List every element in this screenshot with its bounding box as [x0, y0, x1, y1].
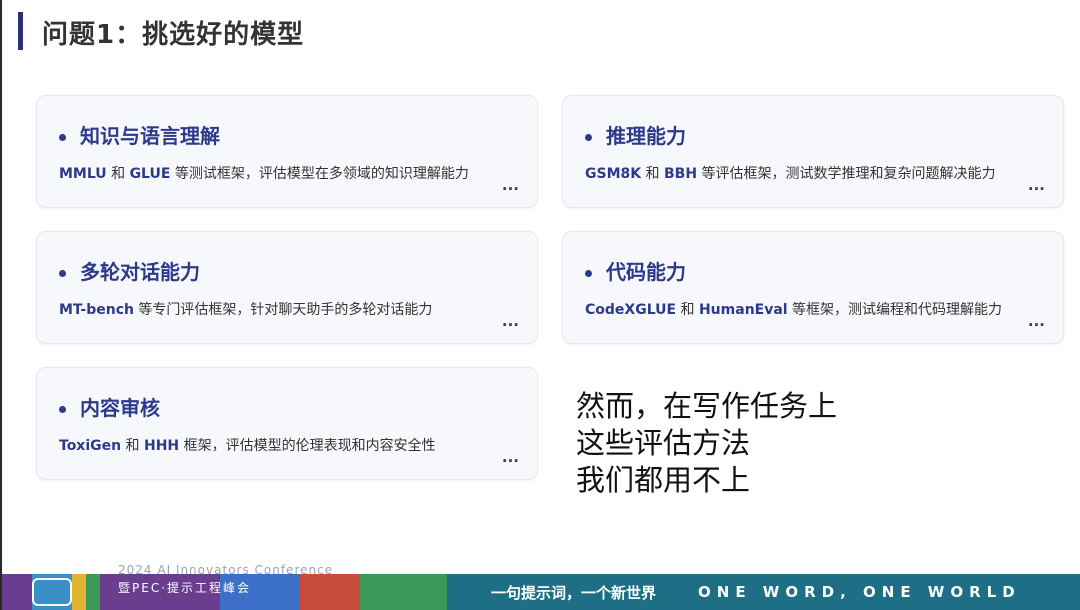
- card-reasoning: 推理能力 GSM8K 和 BBH 等评估框架，测试数学推理和复杂问题解决能力 .…: [562, 95, 1064, 208]
- bullet-icon: [59, 270, 66, 277]
- slogan-cn: 一句提示词，一个新世界: [491, 583, 657, 602]
- card-knowledge-language: 知识与语言理解 MMLU 和 GLUE 等测试框架，评估模型在多领域的知识理解能…: [36, 95, 538, 208]
- card-description: CodeXGLUE 和 HumanEval 等框架，测试编程和代码理解能力: [585, 299, 1002, 319]
- color-block: [86, 574, 100, 610]
- note-line: 我们都用不上: [576, 463, 751, 497]
- card-multi-turn: 多轮对话能力 MT-bench 等专门评估框架，针对聊天助手的多轮对话能力 ..…: [36, 231, 538, 344]
- bullet-icon: [585, 134, 592, 141]
- desc-text: 等测试框架，评估模型在多领域的知识理解能力: [170, 166, 469, 182]
- benchmark-name: CodeXGLUE: [585, 302, 677, 318]
- logo-icon: [32, 578, 72, 606]
- conference-name-cn: 暨PEC·提示工程峰会: [118, 581, 252, 595]
- card-title: 代码能力: [606, 260, 686, 284]
- desc-text: 等框架，测试编程和代码理解能力: [787, 302, 1003, 318]
- card-title: 多轮对话能力: [80, 260, 200, 284]
- footer-logo-area: 暨PEC·提示工程峰会: [2, 574, 447, 610]
- color-block: [360, 574, 447, 610]
- card-title: 知识与语言理解: [80, 124, 220, 148]
- desc-text: 等专门评估框架，针对聊天助手的多轮对话能力: [133, 302, 433, 318]
- benchmark-name: GSM8K: [585, 166, 642, 182]
- slide-title: 问题1：挑选好的模型: [42, 20, 305, 50]
- more-icon: ...: [501, 176, 519, 194]
- card-description: ToxiGen 和 HHH 框架，评估模型的伦理表现和内容安全性: [59, 435, 436, 455]
- benchmark-name: MMLU: [59, 166, 107, 182]
- title-accent-bar: [18, 12, 23, 50]
- footer-slogan-area: 一句提示词，一个新世界 ONE WORD, ONE WORLD: [447, 574, 1080, 610]
- color-block: [72, 574, 86, 610]
- note-line: 然而，在写作任务上: [576, 389, 838, 423]
- desc-connector: 和: [641, 166, 665, 182]
- card-title: 推理能力: [606, 124, 686, 148]
- more-icon: ...: [501, 312, 519, 330]
- desc-connector: 和: [106, 166, 130, 182]
- more-icon: ...: [501, 448, 519, 466]
- card-description: MMLU 和 GLUE 等测试框架，评估模型在多领域的知识理解能力: [59, 163, 469, 183]
- card-description: MT-bench 等专门评估框架，针对聊天助手的多轮对话能力: [59, 299, 432, 319]
- desc-connector: 和: [121, 438, 144, 454]
- bullet-icon: [59, 406, 66, 413]
- desc-text: 框架，评估模型的伦理表现和内容安全性: [179, 438, 436, 454]
- benchmark-name: ToxiGen: [59, 438, 122, 454]
- bullet-icon: [585, 270, 592, 277]
- benchmark-name: BBH: [664, 166, 698, 182]
- more-icon: ...: [1027, 176, 1045, 194]
- slide: 问题1：挑选好的模型 知识与语言理解 MMLU 和 GLUE 等测试框架，评估模…: [0, 0, 1080, 610]
- annotation-note: 然而，在写作任务上 这些评估方法 我们都用不上: [576, 388, 837, 499]
- benchmark-name: HHH: [144, 438, 180, 454]
- card-description: GSM8K 和 BBH 等评估框架，测试数学推理和复杂问题解决能力: [585, 163, 996, 183]
- desc-connector: 和: [676, 302, 699, 318]
- desc-text: 等评估框架，测试数学推理和复杂问题解决能力: [697, 166, 996, 182]
- color-block: [300, 574, 360, 610]
- card-title: 内容审核: [80, 396, 160, 420]
- footer-banner: 暨PEC·提示工程峰会 一句提示词，一个新世界 ONE WORD, ONE WO…: [2, 574, 1080, 610]
- slogan-en: ONE WORD, ONE WORLD: [698, 583, 1021, 601]
- note-line: 这些评估方法: [576, 426, 751, 460]
- benchmark-name: HumanEval: [698, 302, 788, 318]
- more-icon: ...: [1027, 312, 1045, 330]
- benchmark-name: GLUE: [129, 166, 171, 182]
- benchmark-name: MT-bench: [59, 302, 134, 318]
- bullet-icon: [59, 134, 66, 141]
- card-content-moderation: 内容审核 ToxiGen 和 HHH 框架，评估模型的伦理表现和内容安全性 ..…: [36, 367, 538, 480]
- card-code: 代码能力 CodeXGLUE 和 HumanEval 等框架，测试编程和代码理解…: [562, 231, 1064, 344]
- color-block: [2, 574, 32, 610]
